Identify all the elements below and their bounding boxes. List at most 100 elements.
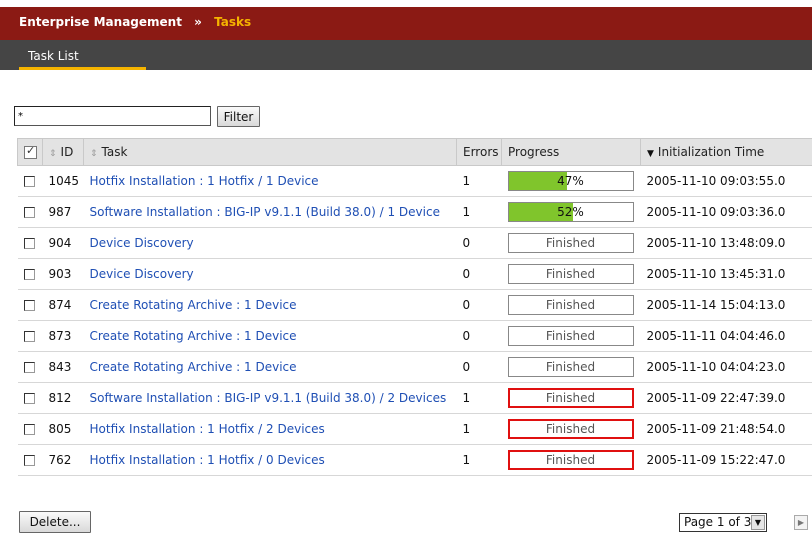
breadcrumb-current: Tasks bbox=[214, 15, 252, 29]
task-id: 873 bbox=[42, 320, 84, 352]
row-checkbox[interactable] bbox=[23, 331, 35, 342]
progress-text: Finished bbox=[545, 453, 596, 467]
tab-task-list[interactable]: Task List bbox=[19, 46, 146, 70]
row-checkbox[interactable] bbox=[23, 238, 35, 249]
row-checkbox[interactable] bbox=[23, 455, 35, 466]
row-checkbox[interactable] bbox=[23, 176, 35, 187]
task-name-cell: Create Rotating Archive : 1 Device bbox=[83, 351, 457, 383]
row-checkbox[interactable] bbox=[23, 207, 35, 218]
filter-input[interactable] bbox=[14, 106, 211, 126]
table-row[interactable]: 873 Create Rotating Archive : 1 Device 0 Fi… bbox=[17, 320, 812, 352]
task-id: 1045 bbox=[42, 165, 84, 197]
task-id: 843 bbox=[42, 351, 84, 383]
table-row[interactable]: 762 Hotfix Installation : 1 Hotfix / 0 De… bbox=[17, 444, 812, 476]
task-name-cell: Create Rotating Archive : 1 Device bbox=[83, 289, 457, 321]
task-link[interactable]: Create Rotating Archive : 1 Device bbox=[90, 329, 297, 343]
task-name-cell: Software Installation : BIG-IP v9.1.1 (B… bbox=[83, 382, 457, 414]
task-link[interactable]: Device Discovery bbox=[90, 236, 194, 250]
task-progress-cell: Finished bbox=[501, 289, 641, 321]
chevron-down-icon[interactable]: ▼ bbox=[751, 515, 765, 530]
task-link[interactable]: Create Rotating Archive : 1 Device bbox=[90, 298, 297, 312]
task-link[interactable]: Software Installation : BIG-IP v9.1.1 (B… bbox=[90, 205, 440, 219]
task-progress-cell: Finished bbox=[501, 413, 641, 445]
top-strip bbox=[0, 0, 812, 7]
breadcrumb-root[interactable]: Enterprise Management bbox=[19, 15, 182, 29]
task-table-body: 1045 Hotfix Installation : 1 Hotfix / 1 D… bbox=[17, 165, 812, 476]
breadcrumb: Enterprise Management » Tasks bbox=[0, 7, 812, 40]
tab-bar: Task List bbox=[0, 40, 812, 70]
task-errors: 1 bbox=[456, 444, 502, 476]
progress-bar: 47% bbox=[507, 171, 634, 191]
task-name-cell: Device Discovery bbox=[83, 258, 457, 290]
select-all-header: ✓ bbox=[17, 138, 43, 166]
table-row[interactable]: 874 Create Rotating Archive : 1 Device 0 Fi… bbox=[17, 289, 812, 321]
row-select-cell bbox=[17, 413, 43, 445]
page-select-label: Page 1 of 3 bbox=[684, 515, 752, 529]
task-link[interactable]: Device Discovery bbox=[90, 267, 194, 281]
next-page-icon[interactable]: ▶ bbox=[794, 515, 808, 530]
task-init-time: 2005-11-10 13:48:09.0 bbox=[640, 227, 812, 259]
table-row[interactable]: 903 Device Discovery 0 Finished 2005-11-10 1… bbox=[17, 258, 812, 290]
task-progress-cell: Finished bbox=[501, 351, 641, 383]
progress-text: Finished bbox=[545, 267, 596, 281]
progress-text: Finished bbox=[545, 298, 596, 312]
task-link[interactable]: Create Rotating Archive : 1 Device bbox=[90, 360, 297, 374]
task-link[interactable]: Hotfix Installation : 1 Hotfix / 0 Devic… bbox=[90, 453, 325, 467]
task-table: ✓ ⇕ ID ⇕ Task Errors Progress ▼ Initializat… bbox=[17, 138, 812, 476]
filter-button[interactable]: Filter bbox=[217, 106, 260, 127]
row-select-cell bbox=[17, 258, 43, 290]
task-progress-cell: Finished bbox=[501, 258, 641, 290]
task-name-cell: Hotfix Installation : 1 Hotfix / 0 Devic… bbox=[83, 444, 457, 476]
task-link[interactable]: Software Installation : BIG-IP v9.1.1 (B… bbox=[90, 391, 447, 405]
task-init-time: 2005-11-09 22:47:39.0 bbox=[640, 382, 812, 414]
delete-button[interactable]: Delete... bbox=[19, 511, 91, 533]
column-header-progress[interactable]: Progress bbox=[501, 138, 641, 166]
table-row[interactable]: 987 Software Installation : BIG-IP v9.1.1… bbox=[17, 196, 812, 228]
progress-bar: Finished bbox=[507, 388, 634, 408]
progress-bar: Finished bbox=[507, 357, 634, 377]
breadcrumb-separator: » bbox=[194, 15, 202, 29]
row-checkbox[interactable] bbox=[23, 300, 35, 311]
row-checkbox[interactable] bbox=[23, 393, 35, 404]
task-errors: 1 bbox=[456, 165, 502, 197]
select-all-checkbox[interactable]: ✓ bbox=[24, 144, 37, 159]
task-init-time: 2005-11-10 04:04:23.0 bbox=[640, 351, 812, 383]
column-header-id-label: ID bbox=[60, 145, 74, 159]
row-select-cell bbox=[17, 351, 43, 383]
task-errors: 1 bbox=[456, 196, 502, 228]
task-id: 762 bbox=[42, 444, 84, 476]
checkmark-icon: ✓ bbox=[26, 144, 36, 157]
task-link[interactable]: Hotfix Installation : 1 Hotfix / 1 Devic… bbox=[90, 174, 319, 188]
task-errors: 0 bbox=[456, 289, 502, 321]
column-header-errors[interactable]: Errors bbox=[456, 138, 502, 166]
task-name-cell: Device Discovery bbox=[83, 227, 457, 259]
progress-bar: Finished bbox=[507, 233, 634, 253]
column-header-task[interactable]: ⇕ Task bbox=[83, 138, 457, 166]
row-select-cell bbox=[17, 165, 43, 197]
task-errors: 0 bbox=[456, 258, 502, 290]
task-init-time: 2005-11-11 04:04:46.0 bbox=[640, 320, 812, 352]
row-checkbox[interactable] bbox=[23, 424, 35, 435]
table-row[interactable]: 843 Create Rotating Archive : 1 Device 0 Fi… bbox=[17, 351, 812, 383]
row-checkbox[interactable] bbox=[23, 362, 35, 373]
row-checkbox[interactable] bbox=[23, 269, 35, 280]
progress-text: 47% bbox=[557, 174, 584, 188]
task-init-time: 2005-11-14 15:04:13.0 bbox=[640, 289, 812, 321]
task-init-time: 2005-11-09 21:48:54.0 bbox=[640, 413, 812, 445]
table-row[interactable]: 1045 Hotfix Installation : 1 Hotfix / 1 D… bbox=[17, 165, 812, 197]
task-link[interactable]: Hotfix Installation : 1 Hotfix / 2 Devic… bbox=[90, 422, 325, 436]
column-header-init-time-label: Initialization Time bbox=[657, 145, 765, 159]
task-id: 812 bbox=[42, 382, 84, 414]
sort-updown-icon: ⇕ bbox=[49, 149, 57, 159]
task-name-cell: Hotfix Installation : 1 Hotfix / 1 Devic… bbox=[83, 165, 457, 197]
column-header-init-time[interactable]: ▼ Initialization Time bbox=[640, 138, 812, 166]
table-row[interactable]: 904 Device Discovery 0 Finished 2005-11-10 1… bbox=[17, 227, 812, 259]
table-header-row: ✓ ⇕ ID ⇕ Task Errors Progress ▼ Initializat… bbox=[17, 138, 812, 166]
row-select-cell bbox=[17, 320, 43, 352]
table-row[interactable]: 805 Hotfix Installation : 1 Hotfix / 2 De… bbox=[17, 413, 812, 445]
task-progress-cell: Finished bbox=[501, 444, 641, 476]
page-select[interactable]: Page 1 of 3 ▼ bbox=[679, 513, 767, 532]
column-header-id[interactable]: ⇕ ID bbox=[42, 138, 84, 166]
task-progress-cell: 47% bbox=[501, 165, 641, 197]
table-row[interactable]: 812 Software Installation : BIG-IP v9.1.1… bbox=[17, 382, 812, 414]
